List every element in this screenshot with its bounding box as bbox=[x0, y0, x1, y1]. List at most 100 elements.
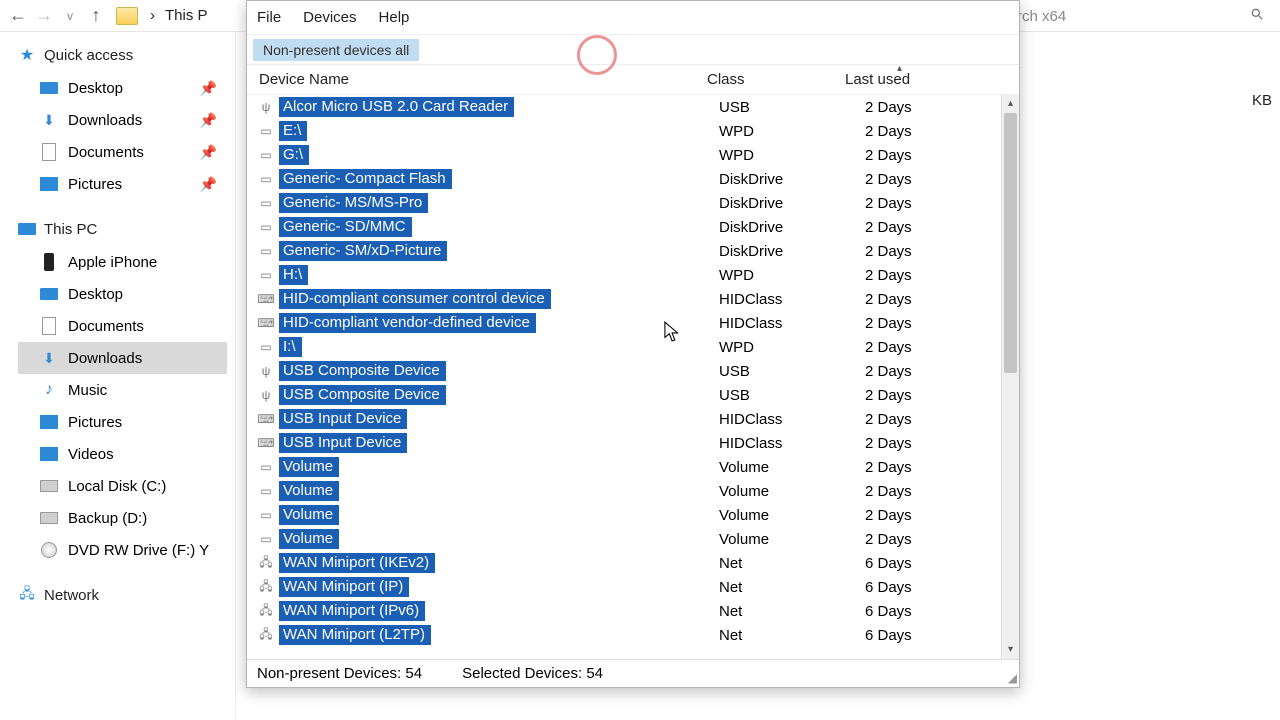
table-row[interactable]: ⌨HID-compliant consumer control deviceHI… bbox=[247, 287, 1019, 311]
menu-help[interactable]: Help bbox=[379, 9, 410, 26]
sidebar-item[interactable]: Documents bbox=[18, 310, 227, 342]
device-last-used: 2 Days bbox=[865, 243, 912, 260]
sidebar-quick-access[interactable]: Quick access bbox=[18, 46, 227, 64]
column-device-name[interactable]: Device Name bbox=[259, 71, 707, 88]
folder-icon bbox=[116, 7, 138, 25]
breadcrumb[interactable]: This P bbox=[161, 7, 212, 24]
table-row[interactable]: ▭VolumeVolume2 Days bbox=[247, 479, 1019, 503]
table-row[interactable]: 🖧WAN Miniport (IP)Net6 Days bbox=[247, 575, 1019, 599]
table-row[interactable]: ▭Generic- Compact FlashDiskDrive2 Days bbox=[247, 167, 1019, 191]
table-row[interactable]: ▭E:\WPD2 Days bbox=[247, 119, 1019, 143]
table-row[interactable]: ▭VolumeVolume2 Days bbox=[247, 503, 1019, 527]
device-last-used: 2 Days bbox=[865, 171, 912, 188]
device-class: Volume bbox=[719, 483, 769, 500]
sidebar-item[interactable]: Apple iPhone bbox=[18, 246, 227, 278]
device-type-icon: 🖧 bbox=[257, 554, 275, 572]
device-name: Volume bbox=[279, 481, 339, 501]
device-list[interactable]: ψAlcor Micro USB 2.0 Card ReaderUSB2 Day… bbox=[247, 95, 1019, 659]
device-last-used: 2 Days bbox=[865, 291, 912, 308]
vertical-scrollbar[interactable]: ▴ ▾ bbox=[1001, 95, 1019, 659]
nav-up-icon[interactable]: ↑ bbox=[84, 4, 108, 28]
sidebar-this-pc[interactable]: This PC bbox=[18, 220, 227, 238]
search-input[interactable]: rch x64 bbox=[1010, 4, 1270, 28]
nav-recent-icon[interactable]: v bbox=[58, 4, 82, 28]
phone-icon bbox=[40, 253, 58, 271]
device-last-used: 2 Days bbox=[865, 483, 912, 500]
device-type-icon: ▭ bbox=[257, 530, 275, 548]
table-row[interactable]: 🖧WAN Miniport (IPv6)Net6 Days bbox=[247, 599, 1019, 623]
status-selected-count: Selected Devices: 54 bbox=[462, 665, 603, 682]
table-row[interactable]: ▭Generic- SD/MMCDiskDrive2 Days bbox=[247, 215, 1019, 239]
device-type-icon: ▭ bbox=[257, 338, 275, 356]
device-type-icon: ⌨ bbox=[257, 434, 275, 452]
table-row[interactable]: ψUSB Composite DeviceUSB2 Days bbox=[247, 359, 1019, 383]
table-row[interactable]: 🖧WAN Miniport (IKEv2)Net6 Days bbox=[247, 551, 1019, 575]
sidebar-network[interactable]: Network bbox=[18, 586, 227, 604]
table-row[interactable]: ⌨USB Input DeviceHIDClass2 Days bbox=[247, 431, 1019, 455]
device-class: Net bbox=[719, 603, 742, 620]
table-row[interactable]: ▭G:\WPD2 Days bbox=[247, 143, 1019, 167]
table-row[interactable]: ▭VolumeVolume2 Days bbox=[247, 455, 1019, 479]
column-class[interactable]: Class bbox=[707, 71, 845, 88]
sidebar-head-label: Quick access bbox=[44, 47, 133, 64]
table-row[interactable]: ⌨USB Input DeviceHIDClass2 Days bbox=[247, 407, 1019, 431]
device-type-icon: 🖧 bbox=[257, 626, 275, 644]
sidebar-item-label: Local Disk (C:) bbox=[68, 478, 166, 495]
table-row[interactable]: ▭I:\WPD2 Days bbox=[247, 335, 1019, 359]
sidebar-item[interactable]: ⬇Downloads📌 bbox=[18, 104, 227, 136]
device-class: HIDClass bbox=[719, 291, 782, 308]
device-type-icon: ▭ bbox=[257, 146, 275, 164]
sidebar-item[interactable]: ♪Music bbox=[18, 374, 227, 406]
music-icon: ♪ bbox=[40, 381, 58, 399]
sidebar-item[interactable]: Documents📌 bbox=[18, 136, 227, 168]
device-class: WPD bbox=[719, 147, 754, 164]
sidebar-item[interactable]: Desktop📌 bbox=[18, 72, 227, 104]
pin-icon: 📌 bbox=[200, 80, 217, 97]
nav-back-icon[interactable]: ← bbox=[6, 4, 30, 28]
column-last-used[interactable]: Last used bbox=[845, 71, 1019, 88]
sidebar-item[interactable]: Desktop bbox=[18, 278, 227, 310]
device-class: DiskDrive bbox=[719, 219, 783, 236]
sidebar-item-label: Documents bbox=[68, 144, 144, 161]
sidebar-item[interactable]: Local Disk (C:) bbox=[18, 470, 227, 502]
resize-grip-icon[interactable]: ◢ bbox=[1008, 671, 1017, 685]
nonpresent-devices-button[interactable]: Non-present devices all bbox=[253, 39, 419, 61]
pic-icon bbox=[40, 175, 58, 193]
table-row[interactable]: ▭VolumeVolume2 Days bbox=[247, 527, 1019, 551]
down-icon: ⬇ bbox=[40, 111, 58, 129]
table-row[interactable]: ⌨HID-compliant vendor-defined deviceHIDC… bbox=[247, 311, 1019, 335]
device-name: Generic- MS/MS-Pro bbox=[279, 193, 428, 213]
table-row[interactable]: ▭Generic- SM/xD-PictureDiskDrive2 Days bbox=[247, 239, 1019, 263]
device-class: WPD bbox=[719, 339, 754, 356]
table-row[interactable]: ψUSB Composite DeviceUSB2 Days bbox=[247, 383, 1019, 407]
device-type-icon: ▭ bbox=[257, 458, 275, 476]
device-last-used: 2 Days bbox=[865, 315, 912, 332]
sidebar-item[interactable]: Pictures bbox=[18, 406, 227, 438]
list-header: Device Name Class Last used ▴ bbox=[247, 65, 1019, 95]
video-icon bbox=[40, 445, 58, 463]
scroll-down-icon[interactable]: ▾ bbox=[1002, 641, 1019, 659]
sidebar-item[interactable]: Backup (D:) bbox=[18, 502, 227, 534]
table-row[interactable]: ψAlcor Micro USB 2.0 Card ReaderUSB2 Day… bbox=[247, 95, 1019, 119]
menu-devices[interactable]: Devices bbox=[303, 9, 356, 26]
scroll-thumb[interactable] bbox=[1004, 113, 1017, 373]
device-name: Volume bbox=[279, 457, 339, 477]
device-class: DiskDrive bbox=[719, 243, 783, 260]
table-row[interactable]: 🖧WAN Miniport (L2TP)Net6 Days bbox=[247, 623, 1019, 647]
scroll-up-icon[interactable]: ▴ bbox=[1002, 95, 1019, 113]
sidebar-item[interactable]: ⬇Downloads bbox=[18, 342, 227, 374]
sidebar-item[interactable]: Videos bbox=[18, 438, 227, 470]
table-row[interactable]: ▭Generic- MS/MS-ProDiskDrive2 Days bbox=[247, 191, 1019, 215]
sidebar-item-label: Pictures bbox=[68, 176, 122, 193]
filesize-suffix: KB bbox=[1252, 92, 1272, 109]
table-row[interactable]: ▭H:\WPD2 Days bbox=[247, 263, 1019, 287]
sidebar-item[interactable]: Pictures📌 bbox=[18, 168, 227, 200]
device-type-icon: ⌨ bbox=[257, 410, 275, 428]
search-placeholder: rch x64 bbox=[1017, 8, 1066, 25]
sidebar-item[interactable]: DVD RW Drive (F:) Y bbox=[18, 534, 227, 566]
device-name: WAN Miniport (IKEv2) bbox=[279, 553, 435, 573]
device-type-icon: ψ bbox=[257, 362, 275, 380]
nav-forward-icon[interactable]: → bbox=[32, 4, 56, 28]
search-icon[interactable] bbox=[1250, 7, 1264, 25]
menu-file[interactable]: File bbox=[257, 9, 281, 26]
